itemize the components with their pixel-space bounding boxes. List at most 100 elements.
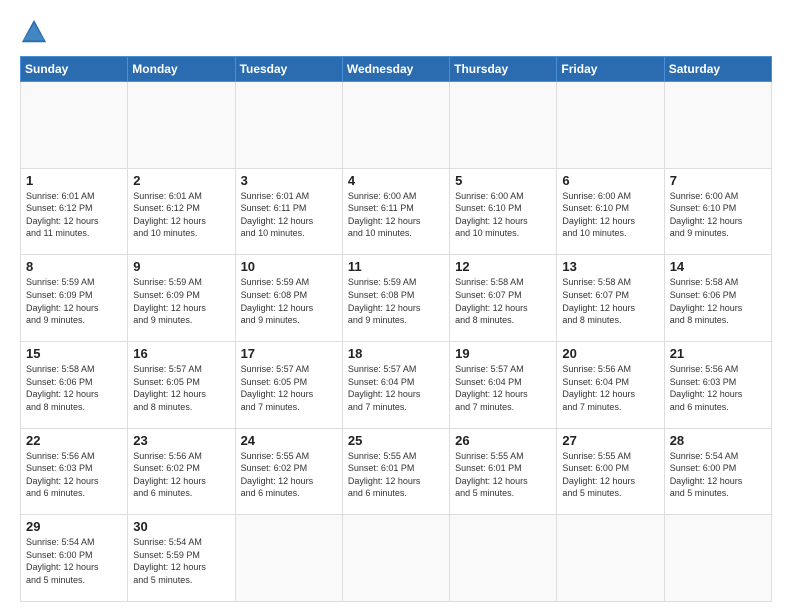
cell-info: Sunrise: 5:58 AMSunset: 6:06 PMDaylight:… bbox=[670, 276, 766, 326]
logo bbox=[20, 18, 52, 46]
day-number: 28 bbox=[670, 433, 766, 448]
day-number: 5 bbox=[455, 173, 551, 188]
calendar-cell: 13 Sunrise: 5:58 AMSunset: 6:07 PMDayligh… bbox=[557, 255, 664, 342]
calendar-cell: 8Sunrise: 5:59 AMSunset: 6:09 PMDaylight… bbox=[21, 255, 128, 342]
cell-info: Sunrise: 5:54 AMSunset: 5:59 PMDaylight:… bbox=[133, 536, 229, 586]
calendar-cell: 30 Sunrise: 5:54 AMSunset: 5:59 PMDayligh… bbox=[128, 515, 235, 602]
cell-info: Sunrise: 5:56 AMSunset: 6:02 PMDaylight:… bbox=[133, 450, 229, 500]
calendar-week-1: 1 Sunrise: 6:01 AMSunset: 6:12 PMDaylight… bbox=[21, 168, 772, 255]
day-number: 26 bbox=[455, 433, 551, 448]
calendar-cell bbox=[235, 82, 342, 169]
day-number: 1 bbox=[26, 173, 122, 188]
calendar-cell bbox=[664, 82, 771, 169]
calendar-cell: 17 Sunrise: 5:57 AMSunset: 6:05 PMDayligh… bbox=[235, 341, 342, 428]
day-header-monday: Monday bbox=[128, 57, 235, 82]
header bbox=[20, 18, 772, 46]
calendar-cell: 14 Sunrise: 5:58 AMSunset: 6:06 PMDayligh… bbox=[664, 255, 771, 342]
cell-info: Sunrise: 5:58 AMSunset: 6:07 PMDaylight:… bbox=[455, 276, 551, 326]
calendar-cell: 9 Sunrise: 5:59 AMSunset: 6:09 PMDaylight… bbox=[128, 255, 235, 342]
calendar-cell bbox=[235, 515, 342, 602]
cell-info: Sunrise: 6:00 AMSunset: 6:10 PMDaylight:… bbox=[670, 190, 766, 240]
calendar-cell: 22 Sunrise: 5:56 AMSunset: 6:03 PMDayligh… bbox=[21, 428, 128, 515]
calendar-cell bbox=[557, 515, 664, 602]
cell-info: Sunrise: 5:56 AMSunset: 6:04 PMDaylight:… bbox=[562, 363, 658, 413]
calendar-cell: 26Sunrise: 5:55 AMSunset: 6:01 PMDayligh… bbox=[450, 428, 557, 515]
cell-info: Sunrise: 6:01 AMSunset: 6:11 PMDaylight:… bbox=[241, 190, 337, 240]
calendar-cell: 16 Sunrise: 5:57 AMSunset: 6:05 PMDayligh… bbox=[128, 341, 235, 428]
day-number: 22 bbox=[26, 433, 122, 448]
logo-icon bbox=[20, 18, 48, 46]
cell-info: Sunrise: 5:55 AMSunset: 6:02 PMDaylight:… bbox=[241, 450, 337, 500]
day-number: 18 bbox=[348, 346, 444, 361]
day-number: 20 bbox=[562, 346, 658, 361]
day-number: 10 bbox=[241, 259, 337, 274]
day-number: 13 bbox=[562, 259, 658, 274]
cell-info: Sunrise: 6:00 AMSunset: 6:10 PMDaylight:… bbox=[562, 190, 658, 240]
page: SundayMondayTuesdayWednesdayThursdayFrid… bbox=[0, 0, 792, 612]
calendar-cell: 18 Sunrise: 5:57 AMSunset: 6:04 PMDayligh… bbox=[342, 341, 449, 428]
cell-info: Sunrise: 5:59 AMSunset: 6:08 PMDaylight:… bbox=[348, 276, 444, 326]
calendar-header-row: SundayMondayTuesdayWednesdayThursdayFrid… bbox=[21, 57, 772, 82]
calendar-cell: 12 Sunrise: 5:58 AMSunset: 6:07 PMDayligh… bbox=[450, 255, 557, 342]
day-number: 29 bbox=[26, 519, 122, 534]
cell-info: Sunrise: 5:57 AMSunset: 6:04 PMDaylight:… bbox=[348, 363, 444, 413]
calendar-cell: 28 Sunrise: 5:54 AMSunset: 6:00 PMDayligh… bbox=[664, 428, 771, 515]
calendar-cell bbox=[21, 82, 128, 169]
cell-info: Sunrise: 5:54 AMSunset: 6:00 PMDaylight:… bbox=[670, 450, 766, 500]
day-number: 14 bbox=[670, 259, 766, 274]
calendar-cell bbox=[342, 515, 449, 602]
day-header-thursday: Thursday bbox=[450, 57, 557, 82]
day-number: 19 bbox=[455, 346, 551, 361]
cell-info: Sunrise: 6:01 AMSunset: 6:12 PMDaylight:… bbox=[26, 190, 122, 240]
calendar-cell: 29Sunrise: 5:54 AMSunset: 6:00 PMDayligh… bbox=[21, 515, 128, 602]
cell-info: Sunrise: 5:59 AMSunset: 6:08 PMDaylight:… bbox=[241, 276, 337, 326]
calendar-cell: 5Sunrise: 6:00 AMSunset: 6:10 PMDaylight… bbox=[450, 168, 557, 255]
day-number: 30 bbox=[133, 519, 229, 534]
cell-info: Sunrise: 5:59 AMSunset: 6:09 PMDaylight:… bbox=[133, 276, 229, 326]
day-header-sunday: Sunday bbox=[21, 57, 128, 82]
calendar-cell: 15Sunrise: 5:58 AMSunset: 6:06 PMDayligh… bbox=[21, 341, 128, 428]
calendar-week-2: 8 Sunrise: 5:59 AMSunset: 6:09 PMDaylight… bbox=[21, 255, 772, 342]
cell-info: Sunrise: 5:56 AMSunset: 6:03 PMDaylight:… bbox=[670, 363, 766, 413]
calendar-cell: 7Sunrise: 6:00 AMSunset: 6:10 PMDaylight… bbox=[664, 168, 771, 255]
day-number: 6 bbox=[562, 173, 658, 188]
calendar-cell bbox=[664, 515, 771, 602]
calendar-week-5: 29Sunrise: 5:54 AMSunset: 6:00 PMDayligh… bbox=[21, 515, 772, 602]
cell-info: Sunrise: 6:01 AMSunset: 6:12 PMDaylight:… bbox=[133, 190, 229, 240]
day-number: 27 bbox=[562, 433, 658, 448]
cell-info: Sunrise: 5:56 AMSunset: 6:03 PMDaylight:… bbox=[26, 450, 122, 500]
calendar-cell: 27Sunrise: 5:55 AMSunset: 6:00 PMDayligh… bbox=[557, 428, 664, 515]
calendar-cell bbox=[128, 82, 235, 169]
cell-info: Sunrise: 5:57 AMSunset: 6:05 PMDaylight:… bbox=[133, 363, 229, 413]
calendar-cell: 10 Sunrise: 5:59 AMSunset: 6:08 PMDayligh… bbox=[235, 255, 342, 342]
day-header-friday: Friday bbox=[557, 57, 664, 82]
day-number: 12 bbox=[455, 259, 551, 274]
calendar-cell: 25Sunrise: 5:55 AMSunset: 6:01 PMDayligh… bbox=[342, 428, 449, 515]
calendar-week-4: 22 Sunrise: 5:56 AMSunset: 6:03 PMDayligh… bbox=[21, 428, 772, 515]
calendar-table: SundayMondayTuesdayWednesdayThursdayFrid… bbox=[20, 56, 772, 602]
day-number: 21 bbox=[670, 346, 766, 361]
calendar-cell: 11 Sunrise: 5:59 AMSunset: 6:08 PMDayligh… bbox=[342, 255, 449, 342]
calendar-cell bbox=[450, 82, 557, 169]
calendar-week-0 bbox=[21, 82, 772, 169]
day-number: 4 bbox=[348, 173, 444, 188]
day-number: 8 bbox=[26, 259, 122, 274]
calendar-cell: 21 Sunrise: 5:56 AMSunset: 6:03 PMDayligh… bbox=[664, 341, 771, 428]
day-number: 2 bbox=[133, 173, 229, 188]
calendar-week-3: 15Sunrise: 5:58 AMSunset: 6:06 PMDayligh… bbox=[21, 341, 772, 428]
calendar-cell: 24Sunrise: 5:55 AMSunset: 6:02 PMDayligh… bbox=[235, 428, 342, 515]
cell-info: Sunrise: 5:57 AMSunset: 6:04 PMDaylight:… bbox=[455, 363, 551, 413]
day-number: 17 bbox=[241, 346, 337, 361]
calendar-cell: 1 Sunrise: 6:01 AMSunset: 6:12 PMDaylight… bbox=[21, 168, 128, 255]
day-number: 16 bbox=[133, 346, 229, 361]
cell-info: Sunrise: 5:58 AMSunset: 6:07 PMDaylight:… bbox=[562, 276, 658, 326]
day-number: 9 bbox=[133, 259, 229, 274]
day-number: 25 bbox=[348, 433, 444, 448]
calendar-cell bbox=[557, 82, 664, 169]
calendar-cell: 2 Sunrise: 6:01 AMSunset: 6:12 PMDaylight… bbox=[128, 168, 235, 255]
day-number: 11 bbox=[348, 259, 444, 274]
cell-info: Sunrise: 5:57 AMSunset: 6:05 PMDaylight:… bbox=[241, 363, 337, 413]
calendar-cell: 20 Sunrise: 5:56 AMSunset: 6:04 PMDayligh… bbox=[557, 341, 664, 428]
calendar-cell: 6 Sunrise: 6:00 AMSunset: 6:10 PMDaylight… bbox=[557, 168, 664, 255]
day-number: 3 bbox=[241, 173, 337, 188]
